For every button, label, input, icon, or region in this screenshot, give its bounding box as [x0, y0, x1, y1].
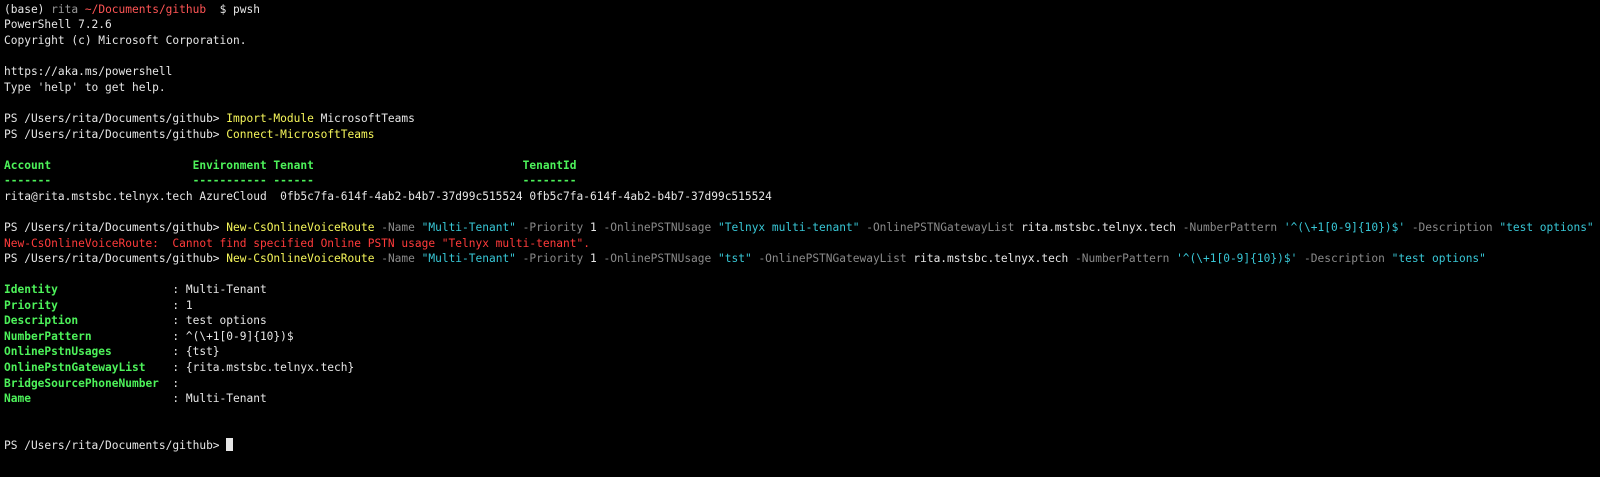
terminal-text-segment: -Name: [374, 221, 422, 234]
terminal-text-segment: ~/Documents/github: [84, 3, 207, 16]
terminal-text-segment: -OnlinePSTNUsage: [596, 252, 719, 265]
terminal-text-segment: New-CsOnlineVoiceRoute: [226, 252, 375, 265]
terminal-line: OnlinePstnGatewayList : {rita.mstsbc.tel…: [4, 360, 354, 375]
terminal-line: BridgeSourcePhoneNumber :: [4, 376, 179, 391]
terminal-text-segment: '^(\+1[0-9]{10})$': [1176, 252, 1298, 265]
terminal-line: Description : test options: [4, 313, 267, 328]
terminal-text-segment: -OnlinePSTNGatewayList: [751, 252, 914, 265]
terminal-text-segment: PowerShell 7.2.6: [4, 18, 112, 31]
terminal-text-segment: -Name: [374, 252, 422, 265]
terminal-text-segment: rita: [51, 3, 79, 16]
terminal-text-segment: Connect-MicrosoftTeams: [226, 128, 375, 141]
terminal-text-segment: -NumberPattern: [1176, 221, 1284, 234]
terminal-text-segment: rita.mstsbc.telnyx.tech: [913, 252, 1069, 265]
terminal-text-segment: -OnlinePSTNGatewayList: [859, 221, 1022, 234]
terminal-text-segment: NumberPattern: [4, 330, 173, 343]
terminal-text-segment: "tst": [718, 252, 752, 265]
terminal-text-segment: Identity: [4, 283, 173, 296]
terminal-line: NumberPattern : ^(\+1[0-9]{10})$: [4, 329, 294, 344]
terminal-line: rita@rita.mstsbc.telnyx.tech AzureCloud …: [4, 189, 772, 204]
terminal-line: https://aka.ms/powershell: [4, 64, 172, 79]
terminal-line: Identity : Multi-Tenant: [4, 282, 267, 297]
terminal-text-segment: -Description: [1297, 252, 1392, 265]
terminal-text-segment: '^(\+1[0-9]{10})$': [1283, 221, 1406, 234]
terminal-text-segment: PS /Users/rita/Documents/github>: [4, 252, 227, 265]
terminal-line: PS /Users/rita/Documents/github>: [4, 438, 234, 453]
terminal-text-segment: -Priority: [515, 252, 591, 265]
terminal-text-segment: "test options": [1391, 252, 1486, 265]
terminal-text-segment: https://aka.ms/powershell: [4, 65, 173, 78]
terminal-text-segment: Import-Module: [226, 112, 314, 125]
terminal-text-segment: : test options: [172, 314, 267, 327]
terminal-line: ------- ----------- ------ --------: [4, 173, 577, 188]
terminal-line: (base) rita ~/Documents/github $ pwsh: [4, 2, 260, 17]
terminal-line: PS /Users/rita/Documents/github> Import-…: [4, 111, 415, 126]
terminal-line: PowerShell 7.2.6: [4, 17, 112, 32]
terminal-text-segment: -NumberPattern: [1068, 252, 1177, 265]
terminal-text-segment: "Multi-Tenant": [421, 221, 516, 234]
terminal-text-segment: : {rita.mstsbc.telnyx.tech}: [172, 361, 355, 374]
terminal-line: Priority : 1: [4, 298, 193, 313]
terminal-text-segment: New-CsOnlineVoiceRoute: [226, 221, 375, 234]
terminal-text-segment: -Description: [1405, 221, 1500, 234]
terminal-text-segment: : 1: [172, 299, 193, 312]
terminal-text-segment: -OnlinePSTNUsage: [596, 221, 719, 234]
terminal-text-segment: Name: [4, 392, 173, 405]
terminal-text-segment: 1: [590, 221, 597, 234]
terminal-line: New-CsOnlineVoiceRoute: Cannot find spec…: [4, 236, 590, 251]
terminal-text-segment: Description: [4, 314, 173, 327]
terminal-text-segment: OnlinePstnUsages: [4, 345, 173, 358]
terminal-text-segment: $ pwsh: [206, 3, 260, 16]
terminal-text-segment: OnlinePstnGatewayList: [4, 361, 173, 374]
terminal-line: Name : Multi-Tenant: [4, 391, 267, 406]
terminal-line: PS /Users/rita/Documents/github> Connect…: [4, 127, 374, 142]
terminal-text-segment: "test options": [1499, 221, 1594, 234]
terminal-text-segment: rita@rita.mstsbc.telnyx.tech AzureCloud …: [4, 190, 772, 203]
terminal-text-segment: Type 'help' to get help.: [4, 81, 166, 94]
terminal-text-segment: "Multi-Tenant": [421, 252, 516, 265]
text-cursor[interactable]: [226, 438, 234, 451]
terminal-text-segment: 1: [590, 252, 597, 265]
terminal-text-segment: "Telnyx multi-tenant": [718, 221, 860, 234]
terminal-text-segment: BridgeSourcePhoneNumber: [4, 377, 173, 390]
terminal-line: Account Environment Tenant TenantId: [4, 158, 577, 173]
terminal-text-segment: :: [172, 377, 180, 390]
terminal-text-segment: MicrosoftTeams: [313, 112, 415, 125]
terminal-line: Type 'help' to get help.: [4, 80, 166, 95]
terminal-text-segment: Account Environment Tenant TenantId: [4, 159, 577, 172]
terminal-text-segment: -Priority: [515, 221, 591, 234]
terminal-text-segment: Priority: [4, 299, 173, 312]
terminal-window[interactable]: (base) rita ~/Documents/github $ pwsh Pow…: [0, 0, 1600, 477]
terminal-text-segment: rita.mstsbc.telnyx.tech: [1021, 221, 1177, 234]
terminal-text-segment: (base): [4, 3, 52, 16]
terminal-line: PS /Users/rita/Documents/github> New-CsO…: [4, 251, 1486, 266]
terminal-text-segment: PS /Users/rita/Documents/github>: [4, 439, 227, 452]
terminal-text-segment: New-CsOnlineVoiceRoute: Cannot find spec…: [4, 237, 590, 250]
terminal-line: OnlinePstnUsages : {tst}: [4, 344, 220, 359]
terminal-line: PS /Users/rita/Documents/github> New-CsO…: [4, 220, 1594, 235]
terminal-text-segment: ------- ----------- ------ --------: [4, 174, 577, 187]
terminal-text-segment: : Multi-Tenant: [172, 392, 267, 405]
terminal-text-segment: : {tst}: [172, 345, 220, 358]
terminal-text-segment: PS /Users/rita/Documents/github>: [4, 221, 227, 234]
terminal-text-segment: : ^(\+1[0-9]{10})$: [172, 330, 294, 343]
terminal-text-segment: PS /Users/rita/Documents/github>: [4, 128, 227, 141]
terminal-text-segment: : Multi-Tenant: [172, 283, 267, 296]
terminal-text-segment: PS /Users/rita/Documents/github>: [4, 112, 227, 125]
terminal-text-segment: Copyright (c) Microsoft Corporation.: [4, 34, 247, 47]
terminal-line: Copyright (c) Microsoft Corporation.: [4, 33, 246, 48]
